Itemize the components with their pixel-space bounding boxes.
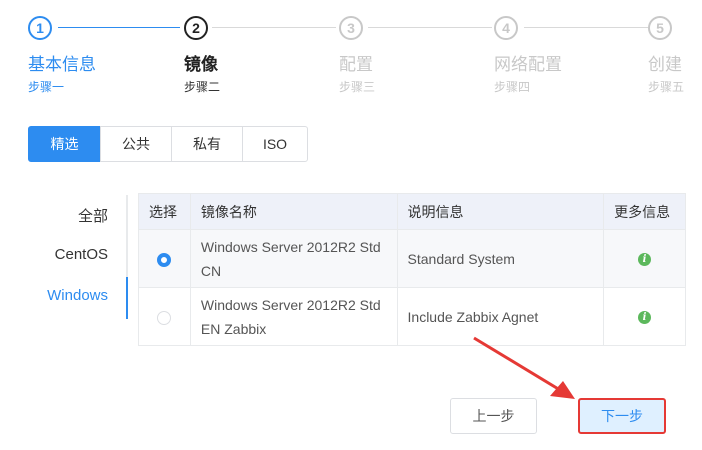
step-number: 3 <box>339 16 363 40</box>
step-number: 4 <box>494 16 518 40</box>
arrow-head <box>550 381 575 399</box>
step-connector <box>524 27 648 28</box>
info-icon[interactable]: i <box>638 253 652 267</box>
image-source-tabs: 精选 公共 私有 ISO <box>28 126 308 162</box>
step-title: 配置 <box>339 55 373 74</box>
step-title: 创建 <box>648 55 682 74</box>
more-info-cell: i <box>603 287 686 346</box>
step-connector <box>58 27 180 28</box>
step-title: 基本信息 <box>28 55 96 74</box>
step-desc: 步骤二 <box>184 80 221 94</box>
nav-item-centos[interactable]: CentOS <box>55 246 108 263</box>
select-cell <box>138 229 191 288</box>
radio-icon[interactable] <box>157 252 172 267</box>
step-desc: 步骤三 <box>339 80 376 94</box>
image-name-cell: Windows Server 2012R2 Std CN <box>189 229 398 288</box>
table-header-row: 选择 镜像名称 说明信息 更多信息 <box>138 193 686 230</box>
next-step-button[interactable]: 下一步 <box>578 398 666 434</box>
table-row[interactable]: Windows Server 2012R2 Std EN Zabbix Incl… <box>138 287 686 346</box>
tab-private[interactable]: 私有 <box>171 126 243 162</box>
steps-bar: 1 基本信息 步骤一 2 镜像 步骤二 3 配置 步骤三 4 网络配置 步骤四 … <box>0 0 702 100</box>
tab-iso[interactable]: ISO <box>242 126 308 162</box>
radio-icon[interactable] <box>157 310 172 325</box>
step-number: 2 <box>184 16 208 40</box>
description-cell: Standard System <box>396 229 605 288</box>
tab-featured[interactable]: 精选 <box>28 126 101 162</box>
step-number: 1 <box>28 16 52 40</box>
step-desc: 步骤四 <box>494 80 531 94</box>
image-name-cell: Windows Server 2012R2 Std EN Zabbix <box>189 287 398 346</box>
table-row[interactable]: Windows Server 2012R2 Std CN Standard Sy… <box>138 229 686 288</box>
step-desc: 步骤五 <box>648 80 685 94</box>
step-title: 镜像 <box>184 55 218 74</box>
select-cell <box>138 287 191 346</box>
nav-item-all[interactable]: 全部 <box>78 205 108 226</box>
step-connector <box>368 27 492 28</box>
nav-active-indicator <box>126 277 128 319</box>
step-connector <box>212 27 336 28</box>
nav-item-windows[interactable]: Windows <box>47 287 108 304</box>
step-desc: 步骤一 <box>28 80 65 94</box>
step-title: 网络配置 <box>494 55 562 74</box>
tab-public[interactable]: 公共 <box>100 126 172 162</box>
header-description: 说明信息 <box>396 193 605 230</box>
more-info-cell: i <box>603 229 686 288</box>
header-select: 选择 <box>138 193 191 230</box>
info-icon[interactable]: i <box>638 311 652 325</box>
os-filter-nav: 全部 CentOS Windows <box>28 195 128 319</box>
image-table: 选择 镜像名称 说明信息 更多信息 Windows Server 2012R2 … <box>138 193 686 346</box>
header-more-info: 更多信息 <box>603 193 686 230</box>
description-cell: Include Zabbix Agnet <box>396 287 605 346</box>
prev-step-button[interactable]: 上一步 <box>450 398 537 434</box>
step-number: 5 <box>648 16 672 40</box>
header-image-name: 镜像名称 <box>189 193 398 230</box>
